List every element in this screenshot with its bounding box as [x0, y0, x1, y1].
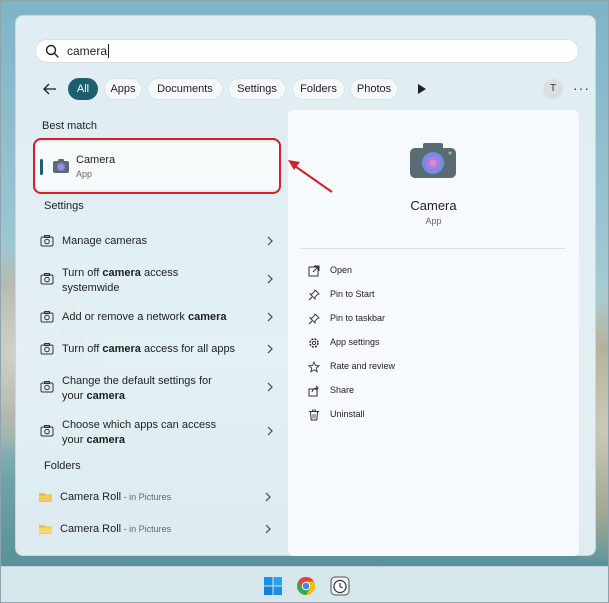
start-search-panel: camera All Apps Documents Settings Folde… [15, 15, 596, 556]
filter-documents[interactable]: Documents [147, 78, 223, 100]
detail-app-type: App [425, 216, 442, 226]
action-app-settings[interactable]: App settings [308, 336, 508, 352]
filter-photos[interactable]: Photos [350, 78, 398, 100]
action-share[interactable]: Share [308, 384, 508, 400]
action-label: Pin to taskbar [330, 313, 386, 323]
camera-settings-icon [40, 235, 54, 247]
action-label: Open [330, 265, 353, 275]
search-icon [45, 44, 59, 58]
camera-settings-icon [40, 343, 54, 355]
search-value: camera [67, 44, 108, 58]
action-uninstall[interactable]: Uninstall [308, 408, 508, 424]
pin-icon [308, 289, 320, 301]
camera-settings-icon [40, 425, 54, 437]
setting-label: Choose which apps can access your camera [62, 419, 217, 446]
setting-label: Change the default settings for your came… [62, 375, 212, 402]
callout-arrow [288, 160, 333, 193]
clock-app-icon[interactable] [330, 576, 350, 596]
filter-all[interactable]: All [68, 78, 98, 100]
camera-settings-icon [40, 381, 54, 393]
chevron-right-icon [265, 492, 271, 502]
action-label: Uninstall [330, 409, 365, 419]
divider [300, 248, 566, 249]
open-external-icon [308, 265, 320, 277]
pin-icon [308, 313, 320, 325]
chrome-icon[interactable] [296, 576, 316, 596]
action-label: Rate and review [330, 361, 396, 371]
windows-start-icon[interactable] [263, 576, 283, 596]
taskbar [1, 566, 608, 602]
detail-app-name: Camera [410, 198, 457, 213]
camera-settings-icon [40, 311, 54, 323]
filter-apps[interactable]: Apps [104, 78, 142, 100]
trash-icon [309, 409, 319, 421]
folder-label: Camera Roll - in Pictures [60, 491, 172, 503]
best-match-title: Best match [42, 120, 98, 132]
star-icon [308, 361, 320, 373]
setting-label: Add or remove a network camera [62, 311, 227, 323]
chevron-right-icon [267, 312, 273, 322]
ellipsis-icon[interactable]: ··· [573, 80, 590, 96]
action-label: Pin to Start [330, 289, 375, 299]
action-pin-to-start[interactable]: Pin to Start [308, 288, 508, 304]
action-rate-and-review[interactable]: Rate and review [308, 360, 508, 376]
filter-settings[interactable]: Settings [228, 78, 286, 100]
camera-app-icon [410, 143, 456, 178]
chevron-right-icon [267, 236, 273, 246]
chevron-right-icon [267, 274, 273, 284]
settings-section-title: Settings [44, 200, 84, 212]
chevron-right-icon [267, 382, 273, 392]
results-list: Best match Camera App Settings Manage ca… [28, 110, 281, 550]
share-icon [308, 385, 319, 397]
setting-label: Turn off camera access for all apps [62, 343, 236, 355]
action-open[interactable]: Open [308, 264, 508, 280]
play-more-filters-icon[interactable] [416, 82, 428, 96]
folders-section-title: Folders [44, 460, 81, 472]
chevron-right-icon [265, 524, 271, 534]
action-pin-to-taskbar[interactable]: Pin to taskbar [308, 312, 508, 328]
arrow-left-icon[interactable] [40, 79, 60, 99]
search-input[interactable]: camera [35, 39, 579, 63]
folder-icon [39, 525, 52, 534]
setting-label: Turn off camera access systemwide [62, 267, 179, 294]
filter-folders[interactable]: Folders [292, 78, 345, 100]
chevron-right-icon [267, 344, 273, 354]
desktop: camera All Apps Documents Settings Folde… [0, 0, 609, 603]
filter-bar: All Apps Documents Settings Folders Phot… [40, 76, 590, 102]
action-label: App settings [330, 337, 380, 347]
gear-icon [309, 338, 319, 348]
folder-icon [39, 493, 52, 502]
text-caret [108, 44, 110, 58]
highlight-box [33, 138, 281, 194]
setting-label: Manage cameras [62, 235, 147, 247]
folder-label: Camera Roll - in Pictures [60, 523, 172, 535]
chevron-right-icon [267, 426, 273, 436]
camera-settings-icon [40, 273, 54, 285]
user-avatar[interactable]: T [543, 79, 563, 99]
action-label: Share [330, 385, 355, 395]
